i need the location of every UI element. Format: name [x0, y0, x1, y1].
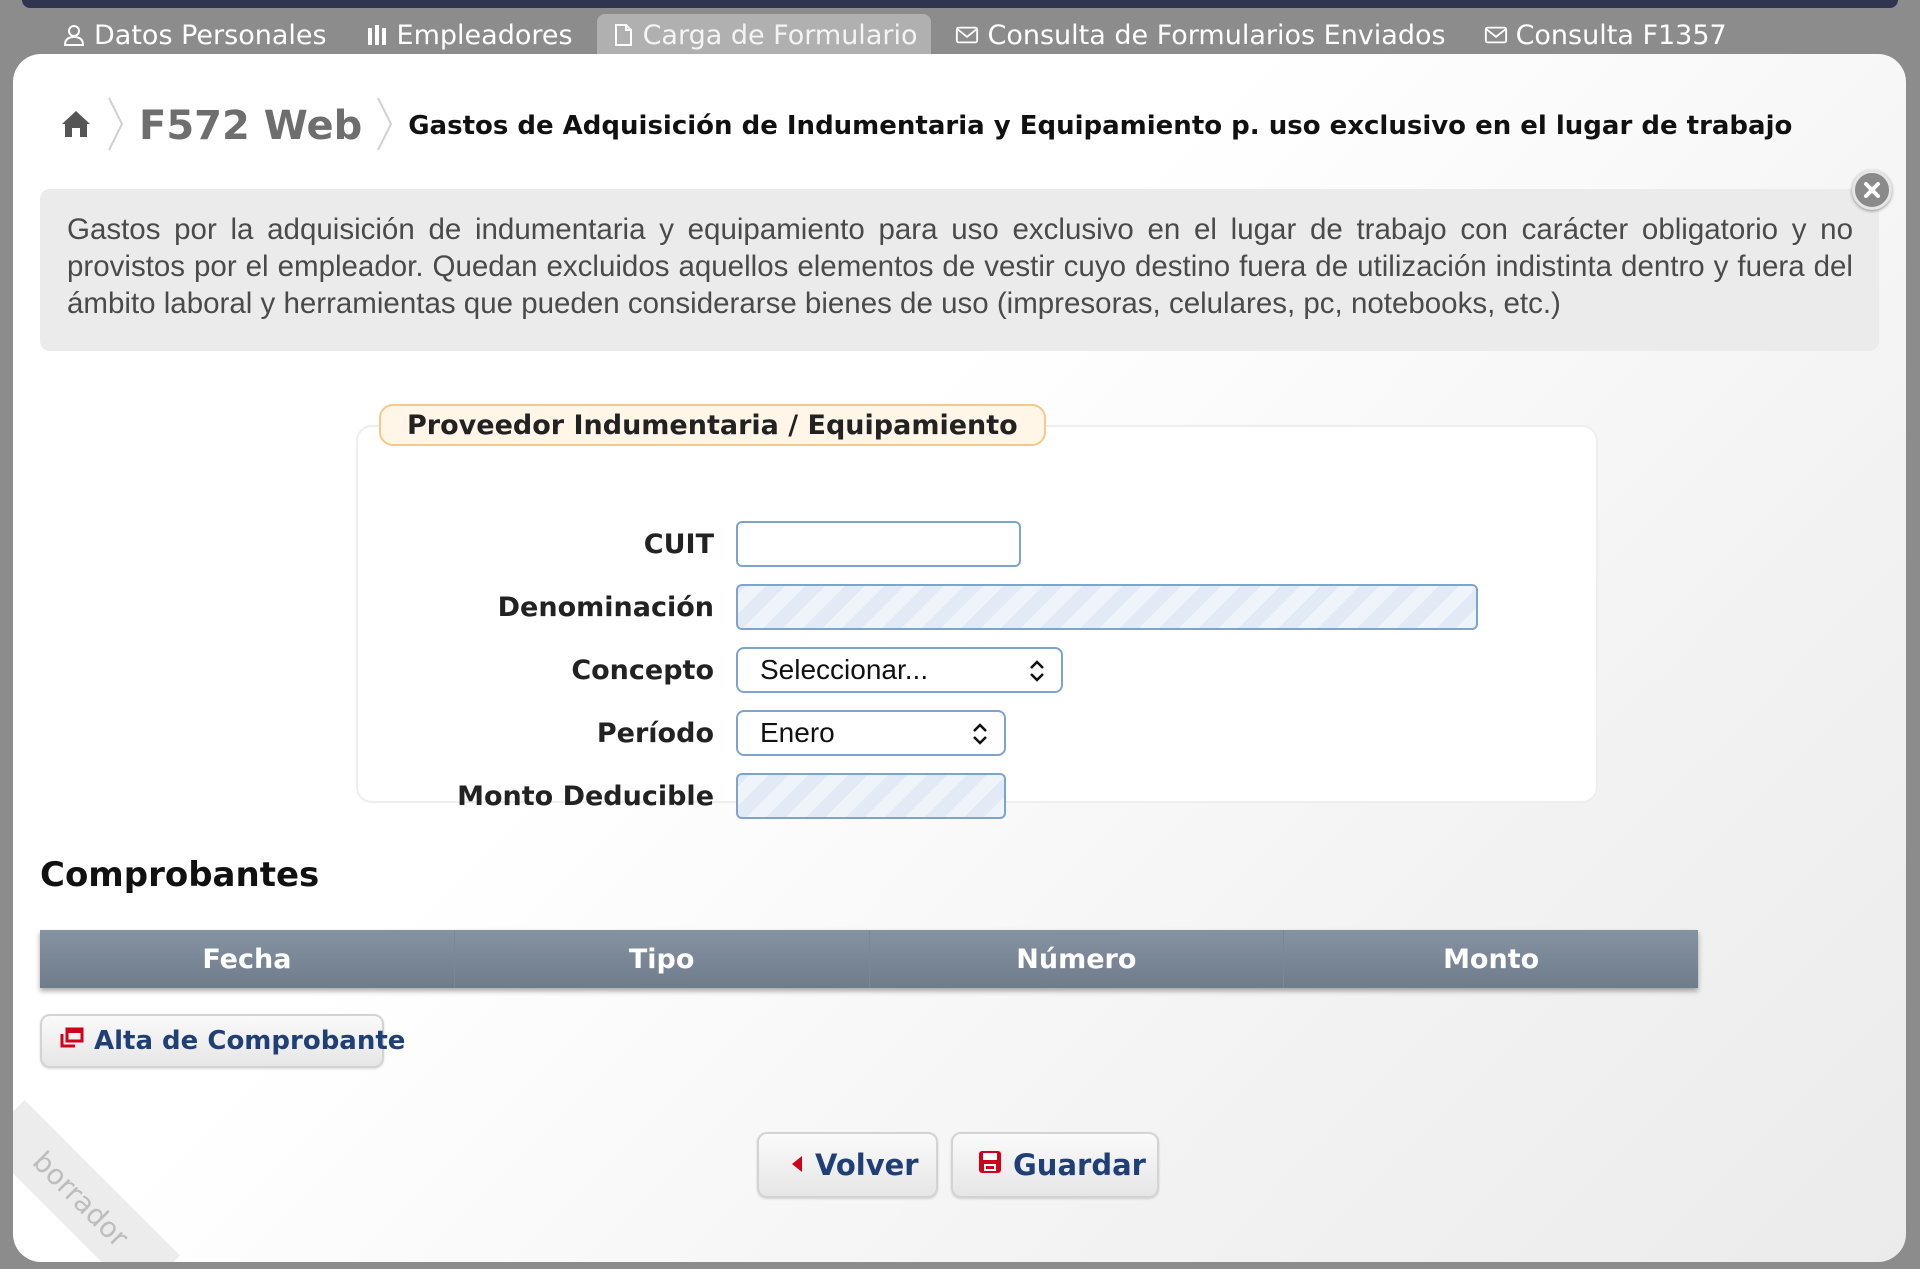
- top-bar: [22, 0, 1898, 8]
- tab-label: Empleadores: [396, 19, 573, 51]
- document-icon: [611, 23, 635, 47]
- tab-label: Datos Personales: [94, 19, 327, 51]
- comprobantes-title: Comprobantes: [40, 855, 320, 895]
- column-header-numero[interactable]: Número: [870, 930, 1285, 988]
- monto-deducible-label: Monto Deducible: [457, 781, 714, 812]
- alta-comprobante-button[interactable]: Alta de Comprobante: [40, 1014, 405, 1068]
- concepto-select[interactable]: Seleccionar...: [736, 647, 1063, 693]
- main-panel: F572 Web Gastos de Adquisición de Indume…: [13, 54, 1906, 1262]
- tab-datos-personales[interactable]: Datos Personales: [48, 14, 341, 56]
- breadcrumb-app[interactable]: F572 Web: [139, 103, 362, 149]
- tab-label: Consulta de Formularios Enviados: [987, 19, 1446, 51]
- periodo-label: Período: [596, 718, 714, 749]
- volver-button[interactable]: Volver: [757, 1132, 938, 1198]
- tab-consulta-f1357[interactable]: Consulta F1357: [1470, 14, 1741, 56]
- tab-label: Carga de Formulario: [642, 19, 918, 51]
- user-icon: [62, 23, 86, 47]
- periodo-select[interactable]: Enero: [736, 710, 1006, 756]
- new-window-icon: [58, 1026, 84, 1056]
- tab-consulta-formularios[interactable]: Consulta de Formularios Enviados: [941, 14, 1459, 56]
- column-header-tipo[interactable]: Tipo: [455, 930, 870, 988]
- column-header-fecha[interactable]: Fecha: [40, 930, 455, 988]
- page-title: Gastos de Adquisición de Indumentaria y …: [408, 111, 1793, 141]
- breadcrumb: F572 Web Gastos de Adquisición de Indume…: [59, 96, 1792, 156]
- concepto-select-value: Seleccionar...: [760, 654, 929, 685]
- concepto-label: Concepto: [571, 655, 714, 686]
- volver-label: Volver: [815, 1148, 919, 1182]
- fieldset-legend: Proveedor Indumentaria / Equipamiento: [379, 404, 1046, 446]
- column-header-monto[interactable]: Monto: [1284, 930, 1698, 988]
- guardar-label: Guardar: [1013, 1148, 1146, 1182]
- cuit-label: CUIT: [643, 529, 714, 560]
- building-icon: [365, 23, 389, 47]
- denominacion-field: [736, 584, 1478, 630]
- denominacion-label: Denominación: [497, 592, 714, 623]
- breadcrumb-separator-icon: [107, 96, 125, 156]
- save-icon: [977, 1148, 1003, 1182]
- draft-watermark: borrador: [13, 1100, 180, 1262]
- info-description: Gastos por la adquisición de indumentari…: [40, 189, 1879, 351]
- tab-label: Consulta F1357: [1515, 19, 1727, 51]
- envelope-icon: [1484, 23, 1508, 47]
- tab-empleadores[interactable]: Empleadores: [351, 14, 587, 56]
- main-tabs: Datos Personales Empleadores Carga de Fo…: [48, 14, 1751, 56]
- alta-comprobante-label: Alta de Comprobante: [94, 1026, 406, 1056]
- guardar-button[interactable]: Guardar: [951, 1132, 1159, 1198]
- home-icon[interactable]: [59, 107, 93, 145]
- back-arrow-icon: [789, 1148, 805, 1182]
- tab-carga-formulario[interactable]: Carga de Formulario: [596, 14, 932, 56]
- comprobantes-table-header: Fecha Tipo Número Monto: [40, 930, 1698, 988]
- envelope-icon: [955, 23, 979, 47]
- close-icon[interactable]: [1852, 170, 1892, 210]
- periodo-select-value: Enero: [760, 717, 835, 748]
- monto-deducible-field: [736, 773, 1006, 819]
- breadcrumb-separator-icon: [376, 96, 394, 156]
- cuit-input[interactable]: [736, 521, 1021, 567]
